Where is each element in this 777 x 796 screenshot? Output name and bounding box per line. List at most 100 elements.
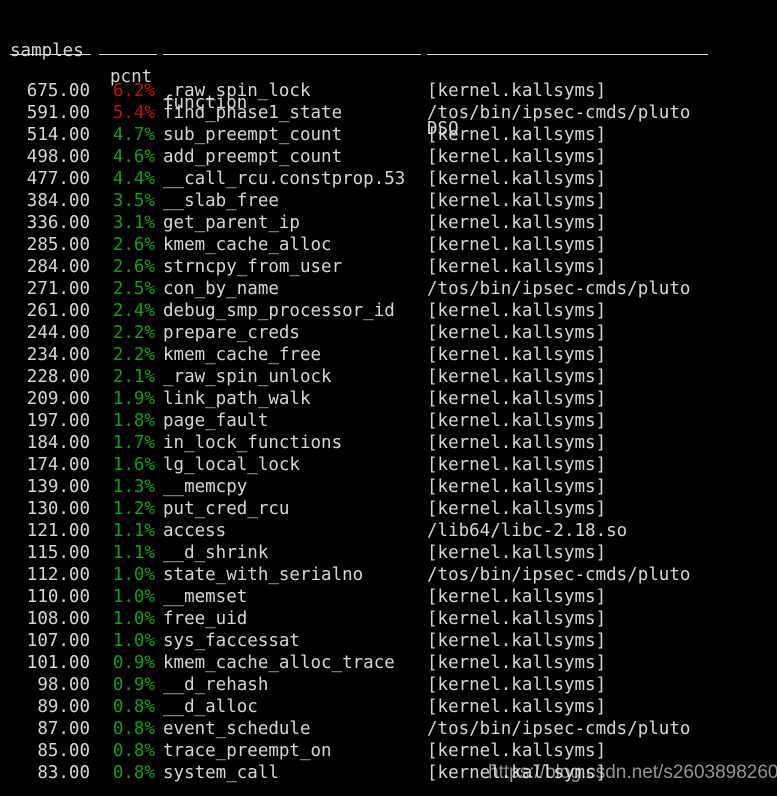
cell-pcnt: 3.5% bbox=[112, 191, 155, 211]
cell-samples: 87.00 bbox=[37, 719, 90, 739]
table-row[interactable]: 209.00 1.9% link_path_walk [kernel.kallsyms… bbox=[0, 388, 777, 410]
table-row[interactable]: 285.00 2.6% kmem_cache_alloc [kernel.kallsy… bbox=[0, 234, 777, 256]
cell-pcnt: 1.0% bbox=[112, 587, 155, 607]
cell-dso: [kernel.kallsyms] bbox=[427, 389, 607, 409]
cell-samples: 174.00 bbox=[26, 455, 90, 475]
cell-dso: [kernel.kallsyms] bbox=[427, 191, 607, 211]
cell-samples: 234.00 bbox=[26, 345, 90, 365]
cell-function: __memset bbox=[163, 587, 248, 607]
cell-function: trace_preempt_on bbox=[163, 741, 332, 761]
cell-samples: 108.00 bbox=[26, 609, 90, 629]
cell-function: get_parent_ip bbox=[163, 213, 300, 233]
table-row[interactable]: 498.00 4.6% add_preempt_count [kernel.kalls… bbox=[0, 146, 777, 168]
cell-samples: 101.00 bbox=[26, 653, 90, 673]
table-row[interactable]: 591.00 5.4% find_phase1_state/tos/bin/ipse… bbox=[0, 102, 777, 124]
table-row[interactable]: 284.00 2.6% strncpy_from_user [kernel.kalls… bbox=[0, 256, 777, 278]
table-row[interactable]: 87.00 0.8% event_schedule/tos/bin/ipsec-cm… bbox=[0, 718, 777, 740]
cell-function: access bbox=[163, 521, 227, 541]
cell-function: lg_local_lock bbox=[163, 455, 300, 475]
cell-dso: [kernel.kallsyms] bbox=[427, 235, 607, 255]
cell-dso: /tos/bin/ipsec-cmds/pluto bbox=[427, 565, 691, 585]
cell-samples: 498.00 bbox=[26, 147, 90, 167]
table-row[interactable]: 271.00 2.5% con_by_name/tos/bin/ipsec-cmds… bbox=[0, 278, 777, 300]
cell-pcnt: 1.0% bbox=[112, 565, 155, 585]
cell-samples: 271.00 bbox=[26, 279, 90, 299]
cell-pcnt: 2.5% bbox=[112, 279, 155, 299]
cell-pcnt: 1.0% bbox=[112, 609, 155, 629]
table-row[interactable]: 139.00 1.3% __memcpy [kernel.kallsyms] bbox=[0, 476, 777, 498]
cell-function: put_cred_rcu bbox=[163, 499, 290, 519]
cell-dso: [kernel.kallsyms] bbox=[427, 323, 607, 343]
table-row[interactable]: 130.00 1.2% put_cred_rcu [kernel.kallsyms] bbox=[0, 498, 777, 520]
table-row[interactable]: 107.00 1.0% sys_faccessat [kernel.kallsyms] bbox=[0, 630, 777, 652]
cell-function: _raw_spin_lock bbox=[163, 81, 311, 101]
cell-pcnt: 1.6% bbox=[112, 455, 155, 475]
table-row[interactable]: 174.00 1.6% lg_local_lock [kernel.kallsyms] bbox=[0, 454, 777, 476]
table-row[interactable]: 514.00 4.7% sub_preempt_count [kernel.kalls… bbox=[0, 124, 777, 146]
cell-function: __memcpy bbox=[163, 477, 248, 497]
cell-samples: 384.00 bbox=[26, 191, 90, 211]
table-row[interactable]: 108.00 1.0% free_uid [kernel.kallsyms] bbox=[0, 608, 777, 630]
table-row[interactable]: 184.00 1.7% in_lock_functions [kernel.kalls… bbox=[0, 432, 777, 454]
cell-pcnt: 3.1% bbox=[112, 213, 155, 233]
cell-pcnt: 0.8% bbox=[112, 719, 155, 739]
cell-samples: 110.00 bbox=[26, 587, 90, 607]
cell-pcnt: 0.8% bbox=[112, 763, 155, 783]
cell-function: system_call bbox=[163, 763, 279, 783]
table-row[interactable]: 115.00 1.1% __d_shrink [kernel.kallsyms] bbox=[0, 542, 777, 564]
cell-samples: 514.00 bbox=[26, 125, 90, 145]
cell-function: kmem_cache_free bbox=[163, 345, 322, 365]
cell-dso: [kernel.kallsyms] bbox=[427, 741, 607, 761]
cell-function: __d_rehash bbox=[163, 675, 269, 695]
table-row[interactable]: 228.00 2.1% _raw_spin_unlock [kernel.kallsy… bbox=[0, 366, 777, 388]
table-row[interactable]: 101.00 0.9% kmem_cache_alloc_trace [kernel.… bbox=[0, 652, 777, 674]
cell-dso: [kernel.kallsyms] bbox=[427, 631, 607, 651]
cell-function: __d_alloc bbox=[163, 697, 258, 717]
cell-dso: [kernel.kallsyms] bbox=[427, 367, 607, 387]
cell-function: add_preempt_count bbox=[163, 147, 343, 167]
table-row[interactable]: 244.00 2.2% prepare_creds [kernel.kallsyms] bbox=[0, 322, 777, 344]
cell-function: sub_preempt_count bbox=[163, 125, 343, 145]
cell-samples: 121.00 bbox=[26, 521, 90, 541]
cell-dso: [kernel.kallsyms] bbox=[427, 697, 607, 717]
cell-pcnt: 6.2% bbox=[112, 81, 155, 101]
cell-function: kmem_cache_alloc bbox=[163, 235, 332, 255]
cell-dso: [kernel.kallsyms] bbox=[427, 345, 607, 365]
table-row[interactable]: 197.00 1.8% page_fault [kernel.kallsyms] bbox=[0, 410, 777, 432]
cell-pcnt: 4.4% bbox=[112, 169, 155, 189]
cell-function: prepare_creds bbox=[163, 323, 300, 343]
cell-function: __call_rcu.constprop.53 bbox=[163, 169, 406, 189]
cell-dso: [kernel.kallsyms] bbox=[427, 653, 607, 673]
cell-samples: 184.00 bbox=[26, 433, 90, 453]
cell-function: debug_smp_processor_id bbox=[163, 301, 395, 321]
cell-function: kmem_cache_alloc_trace bbox=[163, 653, 395, 673]
cell-pcnt: 1.7% bbox=[112, 433, 155, 453]
terminal-output: samples pcnt function DSO 675.00 6.2% _raw… bbox=[0, 0, 777, 796]
table-header-row: samples pcnt function DSO bbox=[0, 12, 777, 139]
table-row[interactable]: 110.00 1.0% __memset [kernel.kallsyms] bbox=[0, 586, 777, 608]
table-row[interactable]: 112.00 1.0% state_with_serialno/tos/bin/ip… bbox=[0, 564, 777, 586]
table-row[interactable]: 384.00 3.5% __slab_free [kernel.kallsyms] bbox=[0, 190, 777, 212]
cell-pcnt: 2.1% bbox=[112, 367, 155, 387]
table-row[interactable]: 261.00 2.4% debug_smp_processor_id [kernel.… bbox=[0, 300, 777, 322]
cell-dso: /tos/bin/ipsec-cmds/pluto bbox=[427, 279, 691, 299]
table-row[interactable]: 121.00 1.1% access/lib64/libc-2.18.so bbox=[0, 520, 777, 542]
table-row[interactable]: 675.00 6.2% _raw_spin_lock [kernel.kallsyms… bbox=[0, 80, 777, 102]
table-row[interactable]: 477.00 4.4% __call_rcu.constprop.53 [kernel… bbox=[0, 168, 777, 190]
table-row[interactable]: 234.00 2.2% kmem_cache_free [kernel.kallsym… bbox=[0, 344, 777, 366]
cell-function: find_phase1_state bbox=[163, 103, 343, 123]
table-row[interactable]: 98.00 0.9% __d_rehash [kernel.kallsyms] bbox=[0, 674, 777, 696]
cell-function: sys_faccessat bbox=[163, 631, 300, 651]
cell-samples: 591.00 bbox=[26, 103, 90, 123]
cell-dso: [kernel.kallsyms] bbox=[427, 169, 607, 189]
cell-samples: 336.00 bbox=[26, 213, 90, 233]
cell-dso: [kernel.kallsyms] bbox=[427, 125, 607, 145]
table-row[interactable]: 89.00 0.8% __d_alloc [kernel.kallsyms] bbox=[0, 696, 777, 718]
table-row[interactable]: 336.00 3.1% get_parent_ip [kernel.kallsyms] bbox=[0, 212, 777, 234]
table-row[interactable]: 85.00 0.8% trace_preempt_on [kernel.kallsym… bbox=[0, 740, 777, 762]
watermark-text: https://blog.csdn.net/s2603898260 bbox=[488, 762, 777, 783]
cell-pcnt: 4.7% bbox=[112, 125, 155, 145]
cell-pcnt: 2.2% bbox=[112, 323, 155, 343]
cell-samples: 675.00 bbox=[26, 81, 90, 101]
cell-samples: 130.00 bbox=[26, 499, 90, 519]
